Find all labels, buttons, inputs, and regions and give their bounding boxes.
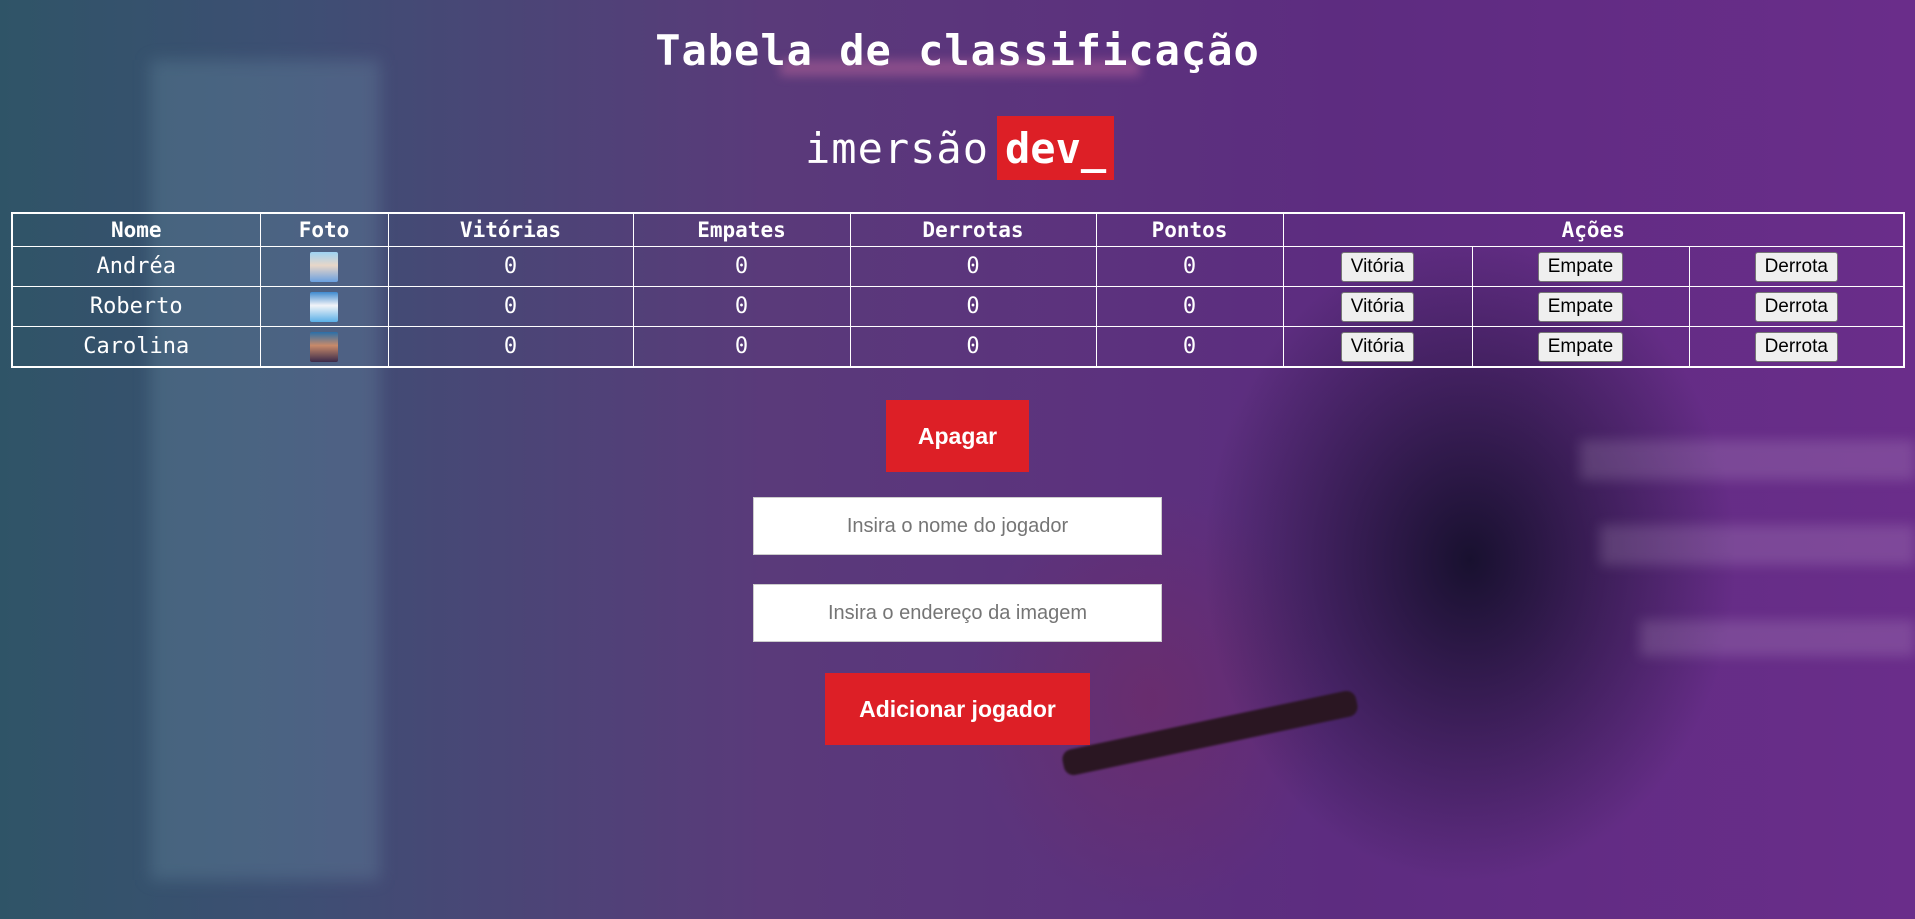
- background-pillar: [150, 60, 380, 880]
- action-cell: Empate: [1471, 246, 1690, 287]
- clear-button[interactable]: Apagar: [886, 400, 1029, 472]
- page-title: Tabela de classificação: [655, 26, 1260, 75]
- action-cell: Empate: [1471, 286, 1690, 327]
- player-draws: 0: [632, 326, 851, 368]
- loss-button[interactable]: Derrota: [1754, 291, 1838, 322]
- brand-word: imersão: [805, 123, 990, 173]
- action-cell: Vitória: [1282, 326, 1473, 368]
- player-points: 0: [1095, 246, 1284, 287]
- header-wins: Vitórias: [387, 212, 634, 247]
- brand-logo: imersão dev_: [805, 116, 1115, 180]
- player-wins: 0: [387, 326, 634, 368]
- player-name: Roberto: [11, 286, 261, 327]
- loss-button[interactable]: Derrota: [1754, 251, 1838, 282]
- player-photo: [310, 331, 338, 362]
- background-headset-mic: [1060, 689, 1360, 777]
- header-losses: Derrotas: [849, 212, 1097, 247]
- draw-button[interactable]: Empate: [1537, 251, 1624, 282]
- player-wins: 0: [387, 246, 634, 287]
- player-photo-cell: [259, 326, 389, 368]
- player-wins: 0: [387, 286, 634, 327]
- player-name-input[interactable]: [753, 497, 1162, 555]
- player-losses: 0: [849, 326, 1097, 368]
- action-cell: Derrota: [1688, 246, 1905, 287]
- player-photo-cell: [259, 286, 389, 327]
- table-row: Andréa 0 0 0 0 Vitória Empate Derrota: [11, 246, 1905, 287]
- draw-button[interactable]: Empate: [1537, 291, 1624, 322]
- win-button[interactable]: Vitória: [1340, 251, 1415, 282]
- header-draws: Empates: [632, 212, 851, 247]
- loss-button[interactable]: Derrota: [1754, 331, 1838, 362]
- action-cell: Derrota: [1688, 286, 1905, 327]
- table-row: Carolina 0 0 0 0 Vitória Empate Derrota: [11, 326, 1905, 368]
- player-photo: [310, 291, 338, 322]
- header-photo: Foto: [259, 212, 389, 247]
- player-name: Carolina: [11, 326, 261, 368]
- player-losses: 0: [849, 246, 1097, 287]
- draw-button[interactable]: Empate: [1537, 331, 1624, 362]
- player-draws: 0: [632, 286, 851, 327]
- table-row: Roberto 0 0 0 0 Vitória Empate Derrota: [11, 286, 1905, 327]
- player-name: Andréa: [11, 246, 261, 287]
- player-points: 0: [1095, 326, 1284, 368]
- ranking-table: Nome Foto Vitórias Empates Derrotas Pont…: [11, 212, 1905, 368]
- background-light-beam: [1580, 440, 1915, 480]
- win-button[interactable]: Vitória: [1340, 291, 1415, 322]
- player-losses: 0: [849, 286, 1097, 327]
- action-cell: Derrota: [1688, 326, 1905, 368]
- action-cell: Vitória: [1282, 246, 1473, 287]
- player-photo: [310, 251, 338, 282]
- brand-highlight: dev_: [997, 116, 1115, 180]
- action-cell: Empate: [1471, 326, 1690, 368]
- background-light-beam: [1640, 620, 1915, 656]
- table-header-row: Nome Foto Vitórias Empates Derrotas Pont…: [11, 212, 1905, 247]
- player-draws: 0: [632, 246, 851, 287]
- image-url-input[interactable]: [753, 584, 1162, 642]
- add-player-button[interactable]: Adicionar jogador: [825, 673, 1090, 745]
- header-name: Nome: [11, 212, 261, 247]
- action-cell: Vitória: [1282, 286, 1473, 327]
- background-light-beam: [1600, 525, 1915, 565]
- player-points: 0: [1095, 286, 1284, 327]
- header-points: Pontos: [1095, 212, 1284, 247]
- win-button[interactable]: Vitória: [1340, 331, 1415, 362]
- header-actions: Ações: [1282, 212, 1905, 247]
- player-photo-cell: [259, 246, 389, 287]
